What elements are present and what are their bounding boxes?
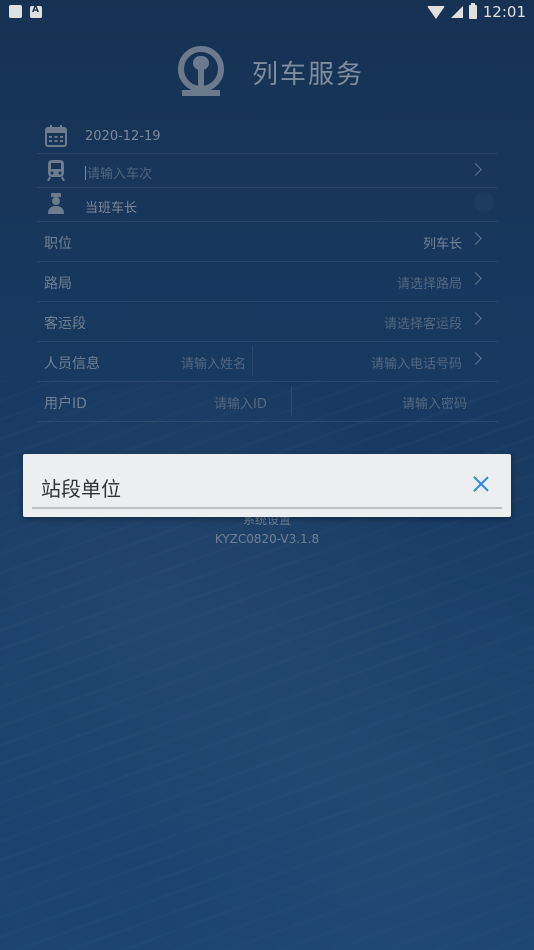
dialog-title: 站段单位 xyxy=(41,477,121,501)
depot-unit-dialog: 站段单位 xyxy=(23,454,511,517)
dialog-divider xyxy=(32,507,502,509)
close-icon[interactable] xyxy=(473,476,489,492)
